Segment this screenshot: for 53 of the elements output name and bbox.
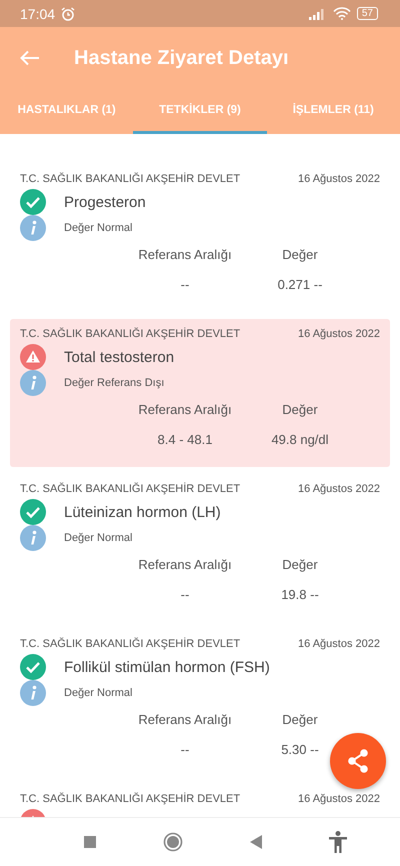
accessibility-icon[interactable] (328, 831, 346, 853)
test-date: 16 Ağustos 2022 (298, 328, 380, 340)
institution-name: T.C. SAĞLIK BAKANLIĞI AKŞEHİR DEVLET (20, 793, 240, 805)
column-label: Referans Aralığı (137, 402, 233, 416)
info-icon[interactable] (20, 680, 46, 706)
info-icon[interactable] (20, 370, 46, 396)
result-status: Değer Normal (64, 687, 132, 699)
test-date: 16 Ağustos 2022 (298, 793, 380, 805)
column-label: Değer (281, 402, 319, 416)
info-icon[interactable] (20, 215, 46, 241)
clock: 17:04 (20, 6, 56, 22)
institution-name: T.C. SAĞLIK BAKANLIĞI AKŞEHİR DEVLET (20, 173, 240, 185)
test-name: Total testosteron (64, 348, 174, 366)
tab[interactable]: TETKİKLER (9) (133, 89, 267, 134)
home-icon[interactable] (162, 832, 182, 852)
test-date: 16 Ağustos 2022 (298, 483, 380, 495)
column-label: Değer (281, 246, 319, 262)
result-status: Değer Normal (64, 222, 132, 234)
result-value: 49.8 ng/dl (270, 432, 330, 446)
test-name: Progesteron (64, 194, 146, 210)
column-label: Değer (281, 712, 319, 726)
column-label: Referans Aralığı (137, 712, 233, 726)
column-label: Referans Aralığı (137, 556, 233, 572)
result-value: 0.271 -- (276, 276, 324, 292)
screen-title: Hastane Ziyaret Detayı (74, 46, 289, 70)
recents-icon[interactable] (84, 836, 96, 848)
institution-name: T.C. SAĞLIK BAKANLIĞI AKŞEHİR DEVLET (20, 638, 240, 650)
wifi-icon (332, 7, 351, 20)
reference-range: 8.4 - 48.1 (156, 432, 214, 446)
share-icon (346, 748, 370, 774)
test-name: Lüteinizan hormon (LH) (64, 504, 221, 520)
result-value: 19.8 -- (280, 586, 320, 602)
test-date: 16 Ağustos 2022 (298, 173, 380, 185)
result-value: 5.30 -- (280, 742, 320, 756)
battery-icon: 57 (356, 7, 378, 20)
back-icon[interactable] (250, 835, 262, 849)
test-name: Follikül stimülan hormon (FSH) (64, 658, 270, 676)
alarm-icon (61, 6, 76, 20)
result-status: Değer Normal (64, 532, 132, 544)
tab[interactable]: HASTALIKLAR (1) (0, 89, 134, 134)
reference-range: -- (180, 586, 190, 602)
institution-name: T.C. SAĞLIK BAKANLIĞI AKŞEHİR DEVLET (20, 483, 240, 495)
reference-range: -- (180, 276, 190, 292)
share-button[interactable] (330, 733, 386, 789)
column-label: Referans Aralığı (137, 246, 233, 262)
info-icon[interactable] (20, 525, 46, 551)
institution-name: T.C. SAĞLIK BAKANLIĞI AKŞEHİR DEVLET (20, 328, 240, 340)
reference-range: -- (180, 742, 190, 756)
result-status: Değer Referans Dışı (64, 377, 164, 389)
test-date: 16 Ağustos 2022 (298, 638, 380, 650)
tab[interactable]: İŞLEMLER (11) (266, 89, 400, 134)
back-arrow-icon[interactable] (20, 50, 40, 66)
column-label: Değer (281, 556, 319, 572)
